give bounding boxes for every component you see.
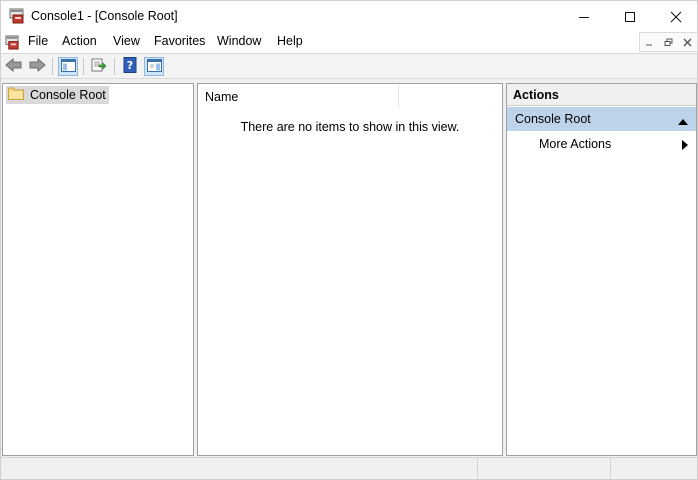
help-icon: ?: [123, 57, 137, 76]
column-header-name[interactable]: Name: [205, 90, 238, 104]
menu-help[interactable]: Help: [277, 34, 303, 48]
show-hide-action-pane-button[interactable]: [144, 57, 164, 76]
submenu-arrow-icon: [682, 139, 688, 153]
console-tree-pane[interactable]: Console Root: [2, 83, 194, 456]
forward-button[interactable]: [27, 57, 47, 76]
mdi-window-controls: [639, 32, 698, 52]
mdi-restore-button[interactable]: [659, 33, 678, 51]
console-menu-icon[interactable]: [5, 35, 20, 50]
show-hide-tree-icon: [60, 58, 76, 75]
menu-file[interactable]: File: [28, 34, 48, 48]
toolbar-separator: [114, 58, 115, 75]
list-column-header: Name: [198, 84, 502, 110]
export-list-icon: [91, 58, 107, 75]
menu-bar: File Action View Favorites Window Help: [0, 31, 698, 53]
empty-list-message: There are no items to show in this view.: [240, 120, 460, 134]
minimize-button[interactable]: [561, 1, 607, 32]
tree-node-label: Console Root: [30, 88, 106, 102]
result-pane[interactable]: Name There are no items to show in this …: [197, 83, 503, 456]
forward-icon: [28, 57, 46, 75]
tree-node-console-root[interactable]: Console Root: [6, 86, 109, 104]
status-bar-segment: [610, 458, 611, 480]
menu-window[interactable]: Window: [217, 34, 261, 48]
back-icon: [5, 57, 23, 75]
export-list-button[interactable]: [89, 57, 109, 76]
action-item-label: More Actions: [539, 137, 612, 151]
toolbar-separator: [83, 58, 84, 75]
mdi-close-button[interactable]: [678, 33, 697, 51]
menu-view[interactable]: View: [113, 34, 140, 48]
menu-action[interactable]: Action: [62, 34, 97, 48]
close-button[interactable]: [653, 1, 698, 32]
back-button[interactable]: [4, 57, 24, 76]
status-bar-segment: [477, 458, 478, 480]
toolbar: ?: [0, 53, 698, 79]
column-divider[interactable]: [398, 84, 399, 108]
actions-pane: Actions Console Root More Actions: [506, 83, 697, 456]
toolbar-separator: [52, 58, 53, 75]
help-button[interactable]: ?: [120, 57, 140, 76]
collapse-arrow-icon[interactable]: [678, 114, 688, 128]
folder-icon: [8, 87, 24, 103]
console-workspace: Console Root Name There are no items to …: [0, 79, 698, 457]
window-title: Console1 - [Console Root]: [31, 9, 178, 23]
action-more-actions[interactable]: More Actions: [507, 133, 696, 155]
status-bar: [0, 457, 698, 480]
actions-section-console-root[interactable]: Console Root: [507, 107, 696, 131]
mmc-console-icon[interactable]: [9, 8, 25, 24]
show-hide-tree-button[interactable]: [58, 57, 78, 76]
mdi-minimize-button[interactable]: [640, 33, 659, 51]
show-hide-action-pane-icon: [146, 58, 162, 75]
actions-section-label: Console Root: [515, 112, 591, 126]
title-bar: Console1 - [Console Root]: [0, 0, 698, 31]
svg-text:?: ?: [127, 59, 133, 72]
actions-header: Actions: [507, 84, 696, 106]
actions-header-title: Actions: [513, 88, 559, 102]
menu-favorites[interactable]: Favorites: [154, 34, 205, 48]
maximize-button[interactable]: [607, 1, 653, 32]
